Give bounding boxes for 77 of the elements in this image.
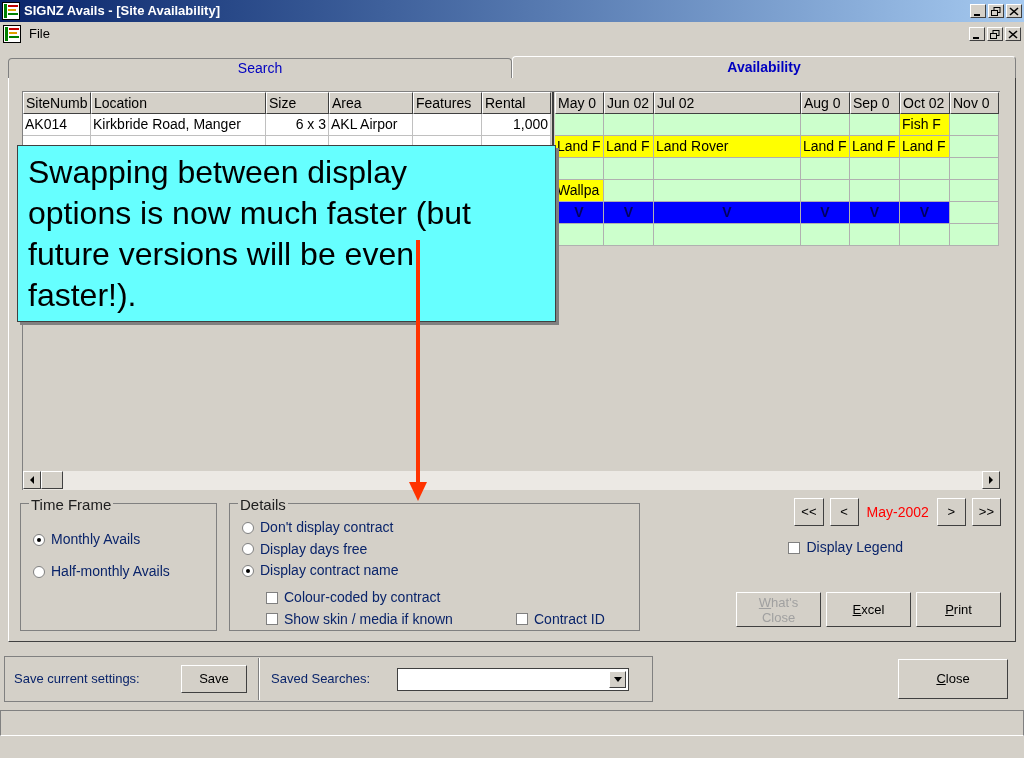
close-icon[interactable] [1006, 4, 1022, 18]
booking-cell: Land F [900, 136, 950, 158]
checkbox[interactable] [788, 541, 801, 554]
vacant-cell: V [801, 202, 850, 224]
radio-label[interactable]: Half-monthly Avails [51, 561, 170, 582]
scroll-thumb[interactable] [41, 471, 63, 489]
radio-label[interactable]: Display contract name [260, 560, 399, 582]
booking-cell: Land F [555, 136, 604, 158]
checkbox[interactable] [266, 613, 278, 626]
table-cell: AK014 [23, 114, 91, 136]
booking-cell: Land F [801, 136, 850, 158]
radio-label[interactable]: Display days free [260, 538, 368, 560]
booking-cell: Land Rover [654, 136, 801, 158]
column-header[interactable]: May 0 [555, 92, 604, 114]
checkbox-label[interactable]: Colour-coded by contract [284, 587, 441, 609]
table-cell: Kirkbride Road, Manger [91, 114, 266, 136]
column-header[interactable]: Jun 02 [604, 92, 654, 114]
callout-text: Swapping between display options is now much faster (but future versions will be even faster!). [28, 153, 472, 315]
minimize-icon[interactable] [970, 4, 986, 18]
close-button[interactable]: Close [898, 659, 1008, 699]
close-icon[interactable] [1005, 27, 1021, 41]
minimize-icon[interactable] [969, 27, 985, 41]
horizontal-scrollbar[interactable] [23, 471, 1000, 490]
radio-button[interactable] [33, 565, 45, 578]
saved-searches-dropdown[interactable] [397, 667, 629, 691]
scroll-left-icon[interactable] [23, 471, 41, 489]
nav-button[interactable]: > [936, 498, 966, 526]
column-header[interactable]: Features [413, 92, 482, 114]
vacant-cell: V [654, 202, 801, 224]
checkbox[interactable] [266, 591, 278, 604]
column-header[interactable]: Rental [482, 92, 551, 114]
table-cell: 1,000 [482, 114, 551, 136]
scroll-right-icon[interactable] [982, 471, 1000, 489]
radio-label[interactable]: Monthly Avails [51, 529, 141, 550]
column-header[interactable]: Location [91, 92, 266, 114]
column-header[interactable]: Oct 02 [900, 92, 950, 114]
vacant-cell: V [604, 202, 654, 224]
column-header[interactable]: Sep 0 [850, 92, 900, 114]
radio-button[interactable] [242, 543, 254, 556]
current-month: May-2002 [865, 502, 930, 522]
column-header[interactable]: Jul 02 [654, 92, 801, 114]
column-header[interactable]: SiteNumb [23, 92, 91, 114]
restore-icon[interactable] [987, 27, 1003, 41]
booking-cell: Land F [604, 136, 654, 158]
radio-button[interactable] [242, 521, 254, 534]
window-title: SIGNZ Avails - [Site Availability] [24, 2, 221, 21]
column-header[interactable]: Nov 0 [950, 92, 999, 114]
tab[interactable]: Availability [512, 56, 1016, 78]
vacant-cell: V [850, 202, 900, 224]
radio-button[interactable] [242, 565, 254, 577]
vacant-cell: V [900, 202, 950, 224]
nav-button[interactable]: >> [971, 498, 1001, 526]
column-header[interactable]: Area [329, 92, 413, 114]
table-cell: 6 x 3 [266, 114, 329, 136]
menu-item[interactable]: File [29, 24, 50, 44]
radio-label[interactable]: Don't display contract [260, 517, 394, 539]
booking-cell: Fish F [900, 114, 950, 136]
checkbox[interactable] [516, 613, 528, 626]
checkbox-label[interactable]: Display Legend [806, 537, 903, 558]
save-settings-label: Save current settings: [14, 670, 141, 689]
radio-button[interactable] [33, 533, 45, 546]
table-cell: AKL Airpor [329, 114, 413, 136]
column-header[interactable]: Size [266, 92, 329, 114]
action-button[interactable]: Excel [826, 592, 911, 627]
booking-cell: Land F [850, 136, 900, 158]
save-button[interactable]: Save [181, 665, 247, 693]
checkbox-label[interactable]: Show skin / media if known [284, 608, 453, 630]
app-icon [3, 25, 21, 43]
nav-button[interactable]: << [794, 498, 824, 526]
saved-searches-label: Saved Searches: [271, 670, 371, 689]
tab[interactable]: Search [8, 58, 512, 78]
action-button[interactable]: Print [916, 592, 1001, 627]
column-header[interactable]: Aug 0 [801, 92, 850, 114]
restore-icon[interactable] [988, 4, 1004, 18]
checkbox-label[interactable]: Contract ID [534, 608, 605, 630]
app-icon [2, 2, 20, 20]
nav-button[interactable]: < [829, 498, 859, 526]
